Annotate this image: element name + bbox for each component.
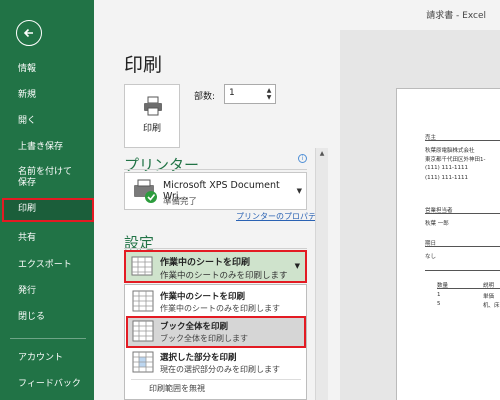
sheet-icon xyxy=(132,290,154,312)
preview-text: 単価 xyxy=(483,294,495,300)
sidebar-item-close[interactable]: 閉じる xyxy=(0,312,94,323)
print-scope-menu: 作業中のシートを印刷 作業中のシートのみを印刷します ブック全体を印刷 ブック全… xyxy=(124,284,307,400)
back-arrow-icon xyxy=(23,28,33,38)
copies-value: 1 xyxy=(229,88,235,98)
menu-divider xyxy=(131,379,301,380)
option-desc: 作業中のシートのみを印刷します xyxy=(160,304,280,313)
preview-text: 秋葉 一郎 xyxy=(425,221,449,227)
preview-text: 5 xyxy=(437,301,441,307)
option-title: ブック全体を印刷 xyxy=(160,322,229,332)
selection-icon xyxy=(132,351,154,373)
copies-label: 部数: xyxy=(194,92,216,102)
selected-option-desc: 作業中のシートのみを印刷します xyxy=(160,271,288,281)
sidebar-item-feedback[interactable]: フィードバック xyxy=(0,379,94,390)
workbook-icon xyxy=(132,320,154,342)
print-scope-dropdown[interactable]: 作業中のシートを印刷 作業中のシートのみを印刷します ▼ xyxy=(124,250,307,283)
preview-rule xyxy=(425,270,500,271)
preview-text: (111) 111-1111 xyxy=(425,165,469,171)
chevron-down-icon: ▼ xyxy=(294,262,300,270)
sheet-icon xyxy=(131,256,153,276)
sidebar-divider xyxy=(10,338,86,339)
sidebar-item-share[interactable]: 共有 xyxy=(0,233,94,244)
back-button[interactable] xyxy=(16,20,42,46)
selected-option-title: 作業中のシートを印刷 xyxy=(160,258,251,268)
option-selection[interactable]: 選択した部分を印刷 現在の選択部分のみを印刷します xyxy=(127,348,305,378)
printer-icon xyxy=(144,96,162,116)
option-title: 作業中のシートを印刷 xyxy=(160,292,246,302)
backstage-sidebar: 情報 新規 開く 上書き保存 名前を付けて保存 印刷 共有 エクスポート 発行 … xyxy=(0,0,94,400)
preview-rule xyxy=(425,213,500,214)
preview-rule xyxy=(437,288,500,289)
print-button-label: 印刷 xyxy=(142,124,161,134)
printer-device-icon xyxy=(134,179,157,203)
settings-section-divider xyxy=(124,248,307,249)
scroll-up-icon[interactable]: ▲ xyxy=(316,148,328,160)
page-title: 印刷 xyxy=(124,54,163,76)
sidebar-item-info[interactable]: 情報 xyxy=(0,64,94,75)
sidebar-item-open[interactable]: 開く xyxy=(0,116,94,127)
option-active-sheets[interactable]: 作業中のシートを印刷 作業中のシートのみを印刷します xyxy=(127,287,305,317)
preview-text: 机、床 xyxy=(483,303,500,309)
preview-text: 東京都千代田区外神田1- xyxy=(425,157,486,163)
ignore-print-area-option[interactable]: 印刷範囲を無視 xyxy=(149,383,205,394)
info-icon[interactable]: i xyxy=(298,154,307,163)
copies-stepper[interactable]: ▲ ▼ xyxy=(265,87,273,101)
sidebar-item-new[interactable]: 新規 xyxy=(0,90,94,101)
preview-rule xyxy=(425,246,500,247)
chevron-down-icon: ▼ xyxy=(296,187,302,195)
print-button[interactable]: 印刷 xyxy=(124,84,180,148)
sidebar-item-save-as[interactable]: 名前を付けて保存 xyxy=(0,167,80,189)
preview-text: (111) 111-1111 xyxy=(425,175,469,181)
sidebar-item-save[interactable]: 上書き保存 xyxy=(0,142,94,153)
option-desc: ブック全体を印刷します xyxy=(160,334,248,343)
preview-page: 売主 秋葉原電脳株式会社 東京都千代田区外神田1- (111) 111-1111… xyxy=(396,88,500,400)
sidebar-item-export[interactable]: エクスポート xyxy=(0,260,94,271)
copies-input[interactable]: 1 ▲ ▼ xyxy=(224,84,276,104)
option-entire-workbook[interactable]: ブック全体を印刷 ブック全体を印刷します xyxy=(126,316,306,348)
option-title: 選択した部分を印刷 xyxy=(160,353,237,363)
sidebar-item-publish[interactable]: 発行 xyxy=(0,286,94,297)
sidebar-item-account[interactable]: アカウント xyxy=(0,353,94,364)
preview-text: 1 xyxy=(437,292,441,298)
sidebar-item-print[interactable]: 印刷 xyxy=(2,198,94,222)
printer-status: 準備完了 xyxy=(163,197,198,207)
settings-scrollbar[interactable]: ▲ xyxy=(315,148,328,400)
preview-text: なし xyxy=(425,254,437,260)
preview-rule xyxy=(425,140,500,141)
preview-text: 秋葉原電脳株式会社 xyxy=(425,148,475,154)
option-desc: 現在の選択部分のみを印刷します xyxy=(160,365,280,374)
printer-properties-link[interactable]: プリンターのプロパティ xyxy=(236,211,324,222)
window-title: 請求書 - Excel xyxy=(426,11,486,21)
printer-select[interactable]: Microsoft XPS Document Wri… 準備完了 ▼ xyxy=(124,172,307,210)
printer-section-divider xyxy=(124,169,307,170)
